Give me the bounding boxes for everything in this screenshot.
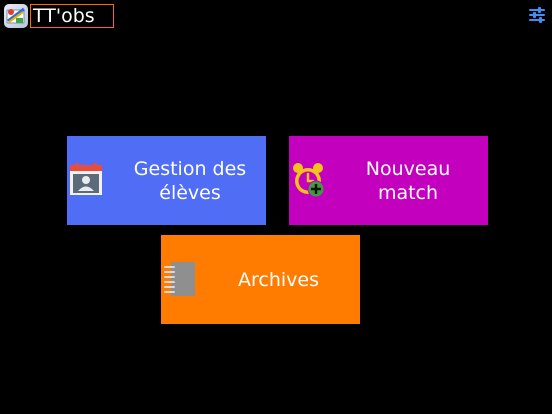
new-match-button[interactable]: Nouveau match (289, 136, 488, 225)
app-title[interactable]: TT'obs (30, 4, 114, 28)
sliders-icon[interactable] (528, 6, 546, 24)
student-card-icon (69, 162, 103, 200)
student-management-label: Gestion des élèves (133, 157, 247, 204)
alarm-clock-add-icon (291, 162, 327, 202)
notebook-icon (163, 261, 197, 301)
new-match-label: Nouveau match (365, 157, 451, 204)
archives-label: Archives (238, 268, 319, 291)
student-management-button[interactable]: Gestion des élèves (67, 136, 266, 225)
app-logo-icon (4, 4, 28, 28)
archives-button[interactable]: Archives (161, 235, 360, 324)
